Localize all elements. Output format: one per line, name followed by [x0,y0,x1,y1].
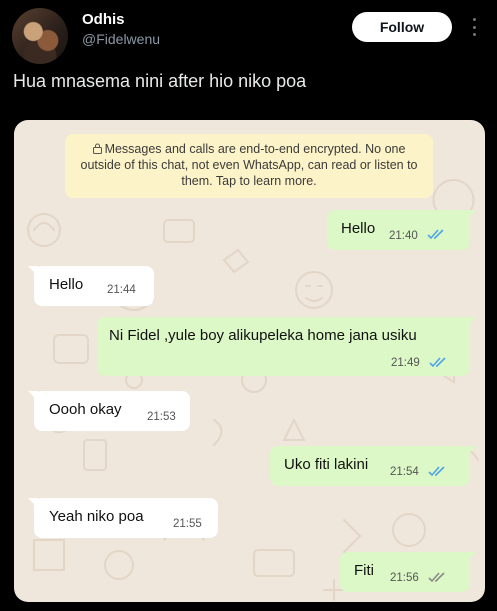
chat-screenshot: Messages and calls are end-to-end encryp… [14,120,485,602]
post-header: Odhis @Fidelwenu Follow [0,0,497,64]
message-bubble-incoming[interactable]: Hello 21:44 [28,266,154,306]
encryption-notice[interactable]: Messages and calls are end-to-end encryp… [65,134,433,198]
double-check-read-icon [428,466,445,477]
message-bubble-outgoing[interactable]: Fiti 21:56 [340,552,476,592]
message-bubble-outgoing[interactable]: Ni Fidel ,yule boy alikupeleka home jana… [97,317,476,376]
message-text: Fiti [354,562,374,579]
double-check-read-icon [427,229,444,240]
message-bubble-incoming[interactable]: Oooh okay 21:53 [28,391,190,431]
message-text: Uko fiti lakini [284,456,369,473]
post-text: Hua mnasema nini after hio niko poa [13,71,307,91]
message-bubble-outgoing[interactable]: Uko fiti lakini 21:54 [270,446,476,486]
message-time: 21:40 [389,230,418,242]
more-options-icon[interactable] [464,16,484,38]
message-text: Oooh okay [49,401,122,418]
message-time: 21:53 [147,411,176,423]
message-text: Yeah niko poa [49,508,144,525]
message-time: 21:44 [107,284,136,296]
message-text: Hello [341,220,376,237]
message-time: 21:54 [390,466,419,478]
double-check-read-icon [429,357,446,368]
message-bubble-incoming[interactable]: Yeah niko poa 21:55 [28,498,218,538]
message-time: 21:56 [390,572,419,584]
avatar[interactable] [12,8,68,64]
lock-icon [92,143,102,154]
message-time: 21:55 [173,518,202,530]
author-handle[interactable]: @Fidelwenu [82,31,160,47]
encryption-notice-text: Messages and calls are end-to-end encryp… [80,142,418,188]
message-bubble-outgoing[interactable]: Hello 21:40 [327,210,476,250]
message-text: Hello [49,276,84,293]
follow-button[interactable]: Follow [352,12,452,42]
message-text: Ni Fidel ,yule boy alikupeleka home jana… [109,327,417,344]
double-check-delivered-icon [428,572,445,583]
message-time: 21:49 [391,357,420,369]
author-name[interactable]: Odhis [82,11,125,28]
